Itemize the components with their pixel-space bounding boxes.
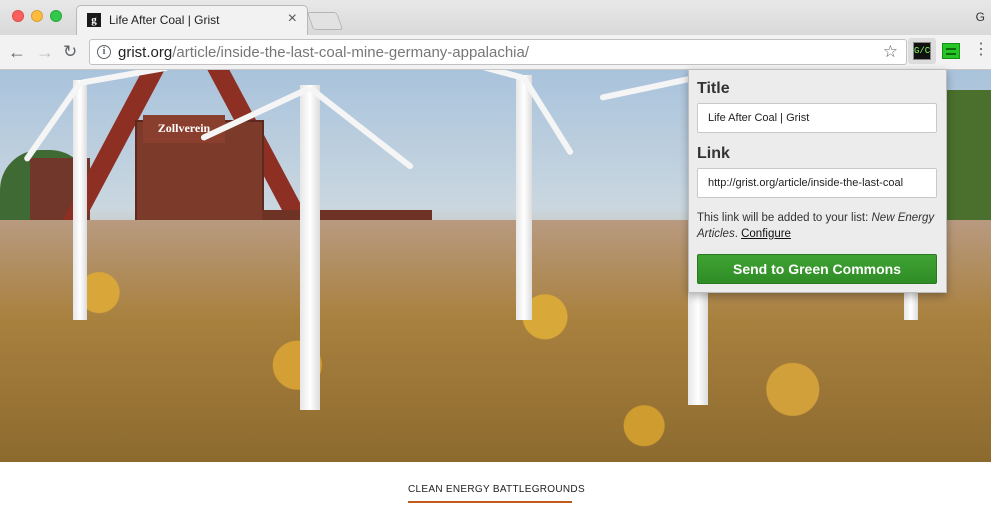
- green-commons-extension-icon[interactable]: G/C: [913, 42, 931, 60]
- link-label: Link: [697, 145, 730, 162]
- wind-turbine-3: [516, 75, 532, 320]
- wind-turbine-2: [300, 85, 320, 410]
- profile-initial[interactable]: G: [976, 10, 985, 24]
- browser-toolbar: ← → ↻ i grist.org/article/inside-the-las…: [0, 35, 991, 70]
- tab-title: Life After Coal | Grist: [109, 13, 220, 27]
- wind-turbine-5: [904, 290, 918, 320]
- address-bar[interactable]: i grist.org/article/inside-the-last-coal…: [89, 39, 907, 65]
- more-vertical-icon[interactable]: ⋮: [973, 41, 989, 59]
- section-underline: [408, 501, 572, 503]
- maximize-window-button[interactable]: [50, 10, 62, 22]
- turbine-3-blade: [445, 70, 525, 81]
- link-input[interactable]: [697, 168, 937, 198]
- turbine-2-blade: [308, 85, 415, 171]
- forward-arrow-icon[interactable]: →: [36, 41, 54, 63]
- star-icon[interactable]: ☆: [883, 42, 898, 62]
- url-host: grist.org: [118, 44, 173, 61]
- configure-link[interactable]: Configure: [741, 228, 791, 240]
- tab-active[interactable]: g Life After Coal | Grist ×: [76, 5, 308, 35]
- close-window-button[interactable]: [12, 10, 24, 22]
- tab-close-icon[interactable]: ×: [288, 11, 297, 27]
- green-extension-icon[interactable]: [942, 43, 960, 59]
- title-label: Title: [697, 80, 730, 97]
- wind-turbine-4: [688, 290, 708, 405]
- green-commons-popup: Title Link This link will be added to yo…: [688, 69, 947, 293]
- section-label[interactable]: CLEAN ENERGY BATTLEGROUNDS: [408, 484, 585, 495]
- list-note: This link will be added to your list: Ne…: [697, 210, 937, 242]
- info-icon[interactable]: i: [97, 45, 111, 59]
- title-input[interactable]: [697, 103, 937, 133]
- url-text[interactable]: grist.org/article/inside-the-last-coal-m…: [118, 44, 529, 61]
- minimize-window-button[interactable]: [31, 10, 43, 22]
- back-arrow-icon[interactable]: ←: [8, 41, 26, 63]
- wind-turbine-1: [73, 80, 87, 320]
- send-to-green-commons-button[interactable]: Send to Green Commons: [697, 254, 937, 284]
- tab-strip: g Life After Coal | Grist × G: [0, 0, 991, 35]
- reload-icon[interactable]: ↻: [63, 41, 77, 63]
- new-tab-button[interactable]: [306, 12, 344, 30]
- turbine-4-blade: [599, 74, 699, 101]
- url-path: /article/inside-the-last-coal-mine-germa…: [172, 44, 530, 61]
- grist-favicon-icon: g: [87, 13, 101, 27]
- list-note-prefix: This link will be added to your list:: [697, 212, 872, 224]
